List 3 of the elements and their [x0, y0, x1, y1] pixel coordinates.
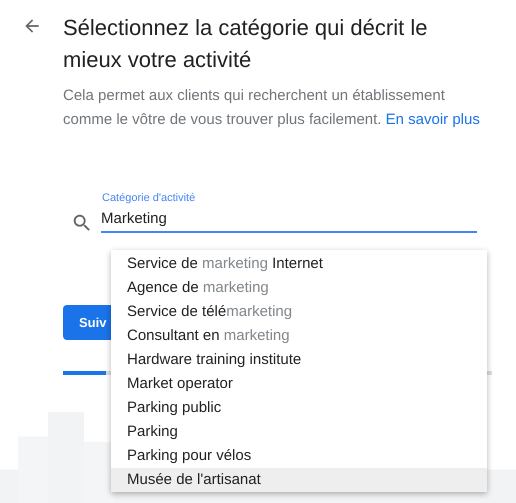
description-text: Cela permet aux clients qui recherchent un établissement comme le vôtre de vous trouver plus facilement. En savoir plus [63, 86, 481, 130]
field-label: Catégorie d'activité [101, 192, 196, 204]
page-title: Sélectionnez la catégorie qui décrit le mieux votre activité [63, 14, 428, 74]
